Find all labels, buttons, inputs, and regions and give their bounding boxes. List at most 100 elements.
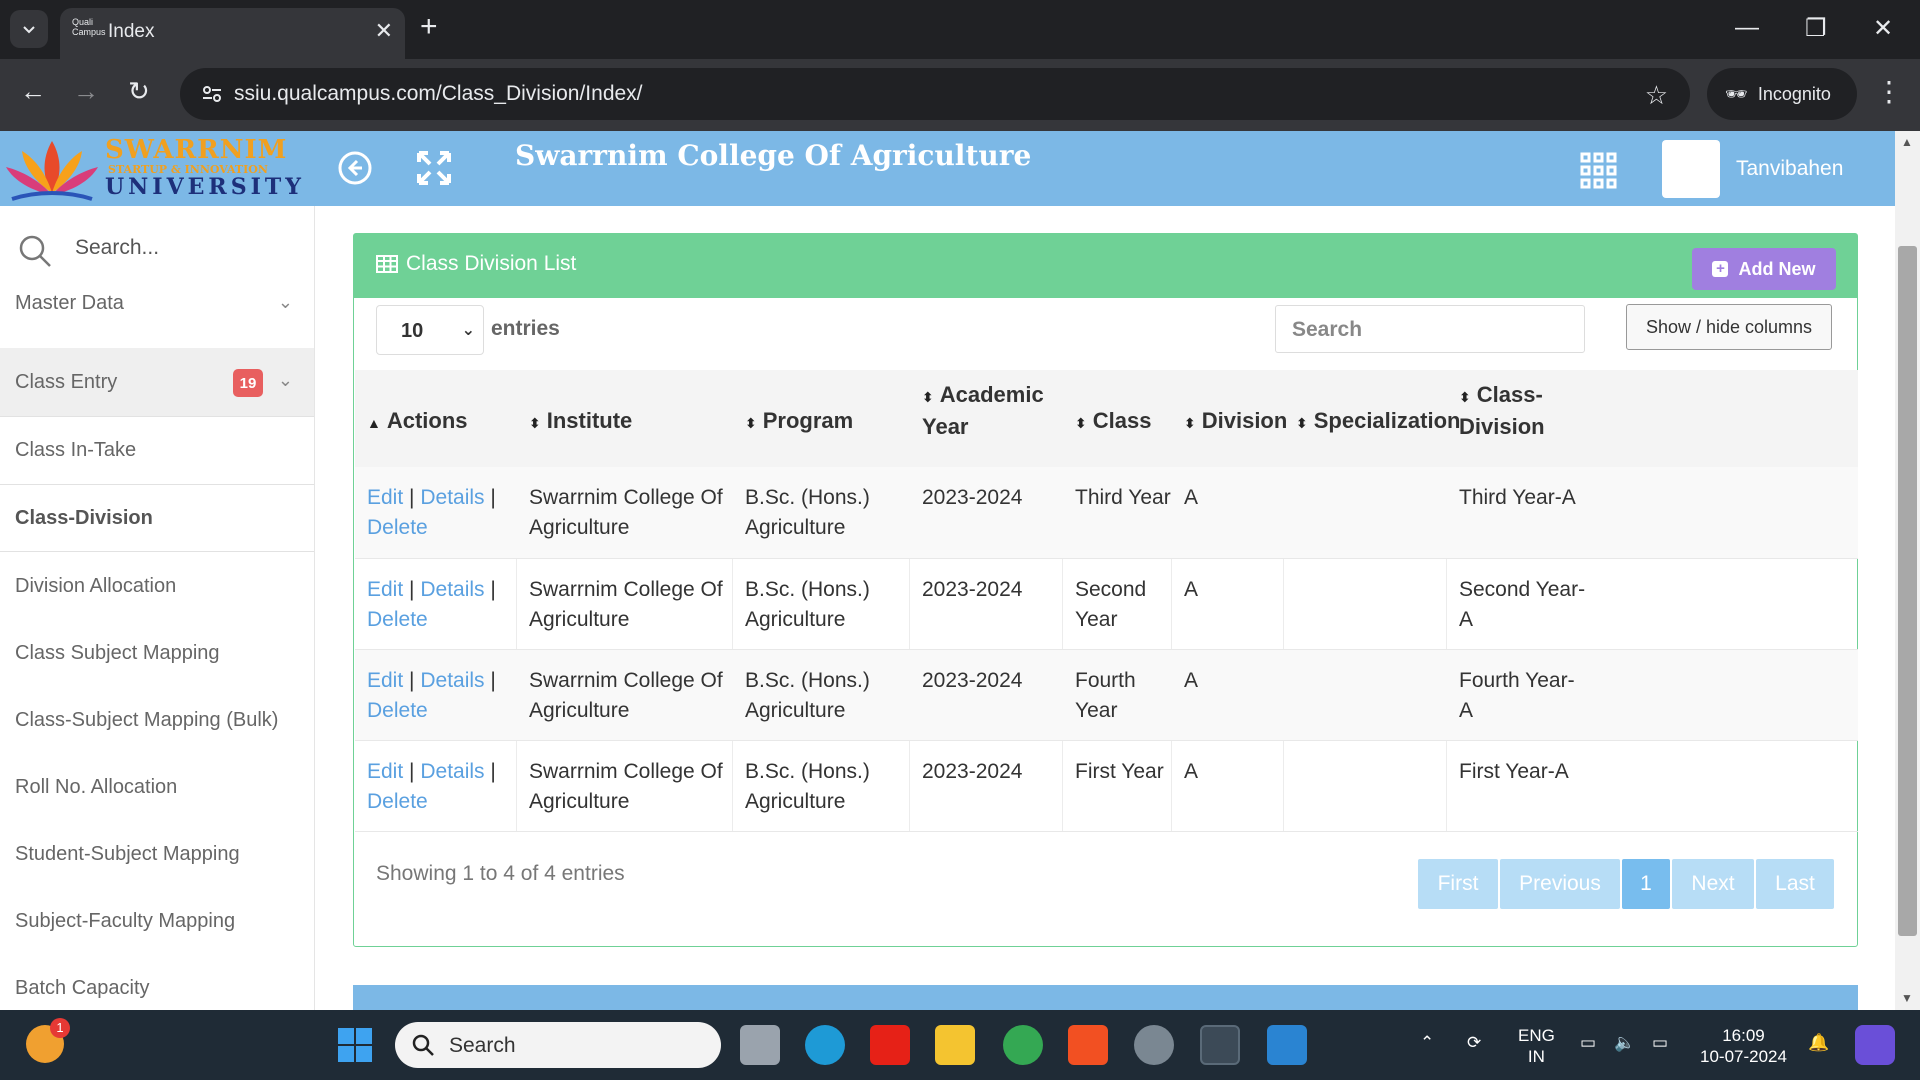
chrome-icon[interactable]: [1003, 1025, 1043, 1065]
sidebar-item-class-division[interactable]: Class-Division: [0, 485, 314, 551]
edit-link[interactable]: Edit: [367, 578, 403, 601]
sidebar-item-master-data[interactable]: Master Data ⌄: [0, 270, 314, 336]
scroll-up-icon[interactable]: ▲: [1901, 135, 1913, 149]
college-title: Swarrnim College Of Agriculture: [515, 139, 1032, 172]
reload-icon[interactable]: ↻: [128, 76, 150, 107]
copilot-icon[interactable]: [1855, 1025, 1895, 1065]
network-icon[interactable]: ▭: [1580, 1032, 1596, 1053]
search-icon: [412, 1034, 434, 1056]
apps-grid-icon[interactable]: [1580, 152, 1618, 190]
taskbar-search[interactable]: Search: [395, 1022, 721, 1068]
task-view-icon[interactable]: [740, 1025, 780, 1065]
cell-division: A: [1184, 486, 1199, 509]
fullscreen-icon[interactable]: [415, 149, 453, 187]
sidebar-item-class-entry[interactable]: Class Entry 19 ⌄: [0, 348, 314, 416]
university-logo[interactable]: SWARRNIM STARTUP & INNOVATION UNIVERSITY: [0, 131, 301, 206]
microsoft-store-icon[interactable]: [1068, 1025, 1108, 1065]
language-indicator[interactable]: ENG IN: [1518, 1025, 1555, 1067]
cell-division: A: [1184, 669, 1199, 692]
delete-link[interactable]: Delete: [367, 790, 428, 813]
notifications-bell-icon[interactable]: 🔔: [1808, 1032, 1829, 1053]
browser-menu-icon[interactable]: ⋮: [1875, 75, 1903, 108]
delete-link[interactable]: Delete: [367, 608, 428, 631]
new-tab-button[interactable]: +: [420, 12, 438, 42]
column-header-division[interactable]: ⬍ Division: [1184, 406, 1287, 438]
cell-program: B.Sc. (Hons.) Agriculture: [745, 578, 870, 631]
delete-link[interactable]: Delete: [367, 699, 428, 722]
pagination-page-1[interactable]: 1: [1622, 859, 1670, 909]
scroll-down-icon[interactable]: ▼: [1901, 991, 1913, 1005]
photos-app-icon[interactable]: [1267, 1025, 1307, 1065]
details-link[interactable]: Details: [420, 760, 484, 783]
tab-search-button[interactable]: [10, 10, 48, 48]
youtube-icon[interactable]: [870, 1025, 910, 1065]
sidebar-search[interactable]: Search...: [18, 226, 298, 272]
add-new-button[interactable]: + Add New: [1692, 248, 1836, 290]
sort-icon: ⬍: [922, 389, 934, 405]
pagination-next[interactable]: Next: [1672, 859, 1754, 909]
page-length-select[interactable]: 10 ⌄: [376, 305, 484, 355]
incognito-indicator[interactable]: 🕶 Incognito: [1707, 68, 1857, 120]
delete-link[interactable]: Delete: [367, 516, 428, 539]
table-search-input[interactable]: Search: [1275, 305, 1585, 353]
pagination-previous[interactable]: Previous: [1500, 859, 1620, 909]
column-header-institute[interactable]: ⬍ Institute: [529, 406, 632, 438]
show-hidden-icons-icon[interactable]: ⌃: [1420, 1032, 1434, 1053]
sidebar-item-class-subject-mapping-bulk[interactable]: Class-Subject Mapping (Bulk): [0, 687, 314, 753]
sidebar-item-student-subject-mapping[interactable]: Student-Subject Mapping: [0, 821, 314, 887]
windows-start-icon[interactable]: [335, 1025, 375, 1065]
close-window-icon[interactable]: ✕: [1873, 14, 1893, 43]
column-header-program[interactable]: ⬍ Program: [745, 406, 853, 438]
column-header-specialization[interactable]: ⬍ Specialization: [1296, 406, 1460, 438]
tab-close-icon[interactable]: ✕: [375, 18, 393, 44]
browser-tab[interactable]: Quali Campus Index ✕: [60, 8, 405, 59]
battery-icon[interactable]: ▭: [1652, 1032, 1668, 1053]
sidebar-item-roll-no-allocation[interactable]: Roll No. Allocation: [0, 754, 314, 820]
edit-link[interactable]: Edit: [367, 669, 403, 692]
page-scrollbar[interactable]: ▲ ▼: [1895, 131, 1920, 1010]
pagination-last[interactable]: Last: [1756, 859, 1834, 909]
logo-text-swarrnim: SWARRNIM: [105, 135, 288, 165]
scroll-thumb[interactable]: [1898, 246, 1917, 936]
row-divider: [355, 831, 1858, 832]
edit-link[interactable]: Edit: [367, 760, 403, 783]
row-actions: Edit | Details | Delete: [367, 486, 496, 539]
column-header-actions[interactable]: ▲ Actions: [367, 406, 468, 438]
sync-icon[interactable]: ⟳: [1467, 1032, 1481, 1053]
sidebar-item-subject-faculty-mapping[interactable]: Subject-Faculty Mapping: [0, 888, 314, 954]
sidebar-item-division-allocation[interactable]: Division Allocation: [0, 553, 314, 619]
volume-icon[interactable]: 🔈: [1614, 1032, 1635, 1053]
details-link[interactable]: Details: [420, 578, 484, 601]
pagination-first[interactable]: First: [1418, 859, 1498, 909]
back-icon[interactable]: ←: [20, 76, 46, 107]
sidebar-search-input[interactable]: Search...: [75, 236, 159, 260]
browser-tab-strip: Quali Campus Index ✕ + — ❐ ✕: [0, 0, 1920, 59]
address-bar[interactable]: ssiu.qualcampus.com/Class_Division/Index…: [180, 68, 1690, 120]
column-header-class[interactable]: ⬍ Class: [1075, 406, 1151, 438]
details-link[interactable]: Details: [420, 669, 484, 692]
edge-browser-icon[interactable]: [805, 1025, 845, 1065]
row-actions: Edit | Details | Delete: [367, 578, 496, 631]
chrome-incognito-icon[interactable]: [1200, 1025, 1240, 1065]
forward-icon[interactable]: →: [73, 76, 99, 107]
table-row: Edit | Details | Delete Swarrnim College…: [355, 467, 1858, 558]
bookmark-star-icon[interactable]: ☆: [1645, 80, 1668, 111]
settings-gear-icon[interactable]: [1134, 1025, 1174, 1065]
clock[interactable]: 16:09 10-07-2024: [1700, 1025, 1787, 1067]
edit-link[interactable]: Edit: [367, 486, 403, 509]
column-header-academic-year[interactable]: ⬍ Academic Year: [922, 380, 1044, 442]
sidebar-item-class-subject-mapping[interactable]: Class Subject Mapping: [0, 620, 314, 686]
file-explorer-icon[interactable]: [935, 1025, 975, 1065]
details-link[interactable]: Details: [420, 486, 484, 509]
avatar[interactable]: [1662, 140, 1720, 198]
show-hide-columns-button[interactable]: Show / hide columns: [1626, 304, 1832, 350]
user-name[interactable]: Tanvibahen: [1736, 157, 1843, 181]
site-info-icon[interactable]: [200, 82, 224, 106]
sidebar-item-class-in-take[interactable]: Class In-Take: [0, 417, 314, 483]
lotus-logo-icon: [6, 141, 98, 201]
restore-icon[interactable]: ❐: [1805, 14, 1827, 43]
column-header-class-division[interactable]: ⬍ Class- Division: [1459, 380, 1545, 442]
back-circle-icon[interactable]: [336, 149, 374, 187]
sidebar-item-batch-capacity[interactable]: Batch Capacity: [0, 955, 314, 1010]
minimize-icon[interactable]: —: [1735, 14, 1759, 42]
